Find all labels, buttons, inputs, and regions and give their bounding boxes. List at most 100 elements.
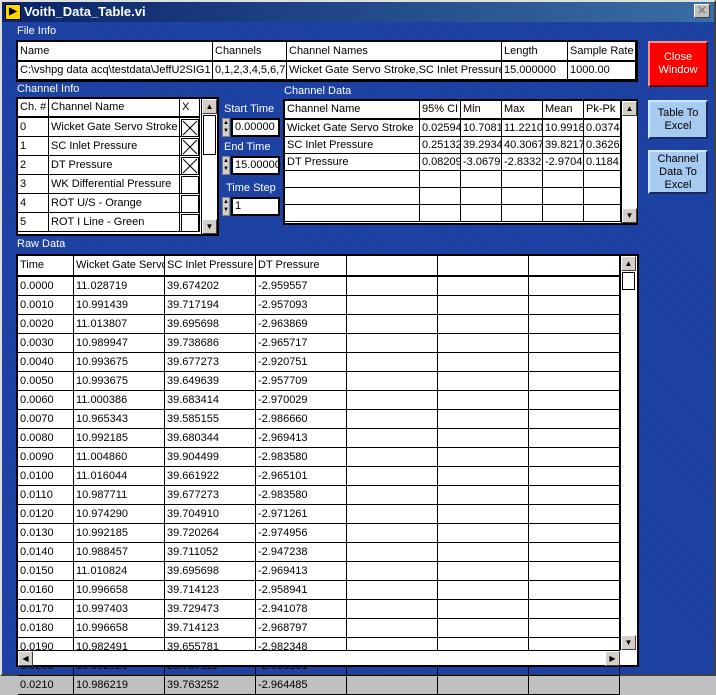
raw-data-cell[interactable]: 11.013807	[74, 315, 165, 334]
end-time-input[interactable]: 15.00000	[231, 156, 281, 175]
channel-data-cell[interactable]: 40.3067	[502, 137, 543, 154]
channel-select-checkbox[interactable]	[181, 157, 199, 175]
raw-data-cell[interactable]: -2.957709	[256, 372, 347, 391]
raw-data-cell[interactable]: 10.993675	[74, 353, 165, 372]
channel-data-cell[interactable]: -2.9704	[543, 154, 584, 171]
raw-data-cell[interactable]	[529, 505, 620, 524]
raw-data-cell[interactable]: 0.0140	[18, 543, 74, 562]
raw-data-cell[interactable]: 10.992185	[74, 429, 165, 448]
raw-data-cell[interactable]: 39.717194	[165, 296, 256, 315]
file-info-value[interactable]: C:\vshpg data acq\testdata\JeffU2SIG1	[18, 62, 213, 80]
raw-data-cell[interactable]	[438, 619, 529, 638]
raw-data-cell[interactable]: 10.974290	[74, 505, 165, 524]
raw-data-cell[interactable]: -2.969413	[256, 562, 347, 581]
raw-data-cell[interactable]	[529, 581, 620, 600]
raw-data-cell[interactable]	[347, 448, 438, 467]
channel-info-cell[interactable]: Wicket Gate Servo Stroke	[49, 118, 180, 137]
raw-data-cell[interactable]: 0.0160	[18, 581, 74, 600]
raw-data-cell[interactable]: 0.0060	[18, 391, 74, 410]
channel-data-cell[interactable]: 39.2934	[461, 137, 502, 154]
raw-data-cell[interactable]	[438, 467, 529, 486]
raw-data-cell[interactable]	[438, 429, 529, 448]
scroll-up-icon[interactable]: ▲	[621, 256, 636, 271]
raw-data-cell[interactable]	[438, 600, 529, 619]
raw-data-cell[interactable]	[347, 391, 438, 410]
raw-data-cell[interactable]	[347, 372, 438, 391]
channel-select-checkbox[interactable]	[181, 195, 199, 213]
raw-data-cell[interactable]: 0.0120	[18, 505, 74, 524]
raw-data-cell[interactable]: 39.763252	[165, 676, 256, 695]
raw-data-cell[interactable]	[529, 410, 620, 429]
raw-data-cell[interactable]: 0.0100	[18, 467, 74, 486]
channel-info-cell[interactable]: 5	[18, 213, 49, 232]
raw-data-cell[interactable]: 10.997403	[74, 600, 165, 619]
raw-data-cell[interactable]: 11.028719	[74, 277, 165, 296]
raw-data-cell[interactable]	[529, 448, 620, 467]
channel-data-cell[interactable]	[584, 205, 621, 222]
raw-data-cell[interactable]: 39.729473	[165, 600, 256, 619]
raw-data-cell[interactable]: 39.695698	[165, 315, 256, 334]
channel-data-to-excel-button[interactable]: Channel Data To Excel	[648, 150, 708, 194]
raw-data-cell[interactable]	[438, 391, 529, 410]
raw-data-cell[interactable]	[438, 296, 529, 315]
raw-data-cell[interactable]: -2.957093	[256, 296, 347, 315]
raw-data-cell[interactable]: -2.971261	[256, 505, 347, 524]
channel-data-cell[interactable]	[285, 188, 420, 205]
close-window-button[interactable]: Close Window	[648, 41, 708, 87]
channel-data-cell[interactable]: 0.0374	[584, 120, 621, 137]
channel-info-scrollbar[interactable]: ▲ ▼	[201, 99, 217, 234]
start-time-spinner[interactable]: ▲ ▼	[222, 118, 230, 137]
raw-data-cell[interactable]	[438, 372, 529, 391]
raw-data-cell[interactable]: 0.0090	[18, 448, 74, 467]
channel-data-cell[interactable]: SC Inlet Pressure	[285, 137, 420, 154]
raw-data-cell[interactable]: 0.0000	[18, 277, 74, 296]
raw-data-cell[interactable]: 10.996658	[74, 581, 165, 600]
raw-data-cell[interactable]	[438, 581, 529, 600]
raw-data-cell[interactable]	[529, 619, 620, 638]
file-info-value[interactable]: 1000.00	[568, 62, 636, 80]
channel-data-cell[interactable]	[584, 171, 621, 188]
scroll-left-icon[interactable]: ◀	[18, 651, 33, 666]
raw-data-cell[interactable]: 39.649639	[165, 372, 256, 391]
raw-data-cell[interactable]: -2.970029	[256, 391, 347, 410]
channel-data-cell[interactable]: -2.8332	[502, 154, 543, 171]
raw-data-cell[interactable]	[347, 619, 438, 638]
raw-data-cell[interactable]: 11.010824	[74, 562, 165, 581]
raw-data-cell[interactable]: -2.947238	[256, 543, 347, 562]
channel-data-cell[interactable]	[420, 188, 461, 205]
channel-data-cell[interactable]: 0.3626	[584, 137, 621, 154]
raw-data-cell[interactable]	[529, 524, 620, 543]
raw-data-cell[interactable]	[438, 562, 529, 581]
raw-data-cell[interactable]: 11.000386	[74, 391, 165, 410]
scroll-down-icon[interactable]: ▼	[202, 219, 217, 234]
raw-data-cell[interactable]	[438, 676, 529, 695]
raw-data-cell[interactable]	[438, 505, 529, 524]
raw-data-cell[interactable]	[347, 600, 438, 619]
channel-data-cell[interactable]	[543, 171, 584, 188]
channel-data-cell[interactable]: 39.8217	[543, 137, 584, 154]
channel-data-cell[interactable]	[461, 171, 502, 188]
raw-data-cell[interactable]: 10.992185	[74, 524, 165, 543]
raw-data-cell[interactable]: 0.0030	[18, 334, 74, 353]
raw-data-cell[interactable]: 0.0180	[18, 619, 74, 638]
raw-data-cell[interactable]: 39.720264	[165, 524, 256, 543]
channel-data-cell[interactable]: 0.1184	[584, 154, 621, 171]
channel-data-cell[interactable]	[285, 171, 420, 188]
scroll-thumb[interactable]	[622, 272, 635, 290]
raw-data-cell[interactable]: 10.991439	[74, 296, 165, 315]
raw-data-cell[interactable]: 39.661922	[165, 467, 256, 486]
file-info-value[interactable]: 0,1,2,3,4,5,6,7,	[213, 62, 287, 80]
raw-data-cell[interactable]: -2.983580	[256, 448, 347, 467]
raw-data-cell[interactable]	[529, 467, 620, 486]
raw-data-cell[interactable]: -2.983580	[256, 486, 347, 505]
raw-data-cell[interactable]: 0.0080	[18, 429, 74, 448]
raw-data-cell[interactable]: 39.904499	[165, 448, 256, 467]
scroll-down-icon[interactable]: ▼	[622, 208, 637, 223]
raw-data-cell[interactable]: -2.963869	[256, 315, 347, 334]
channel-data-cell[interactable]	[502, 171, 543, 188]
raw-data-cell[interactable]	[529, 353, 620, 372]
raw-data-cell[interactable]: 0.0050	[18, 372, 74, 391]
channel-data-cell[interactable]: 0.02594	[420, 120, 461, 137]
raw-data-cell[interactable]: 0.0040	[18, 353, 74, 372]
channel-info-cell[interactable]: WK Differential Pressure	[49, 175, 180, 194]
